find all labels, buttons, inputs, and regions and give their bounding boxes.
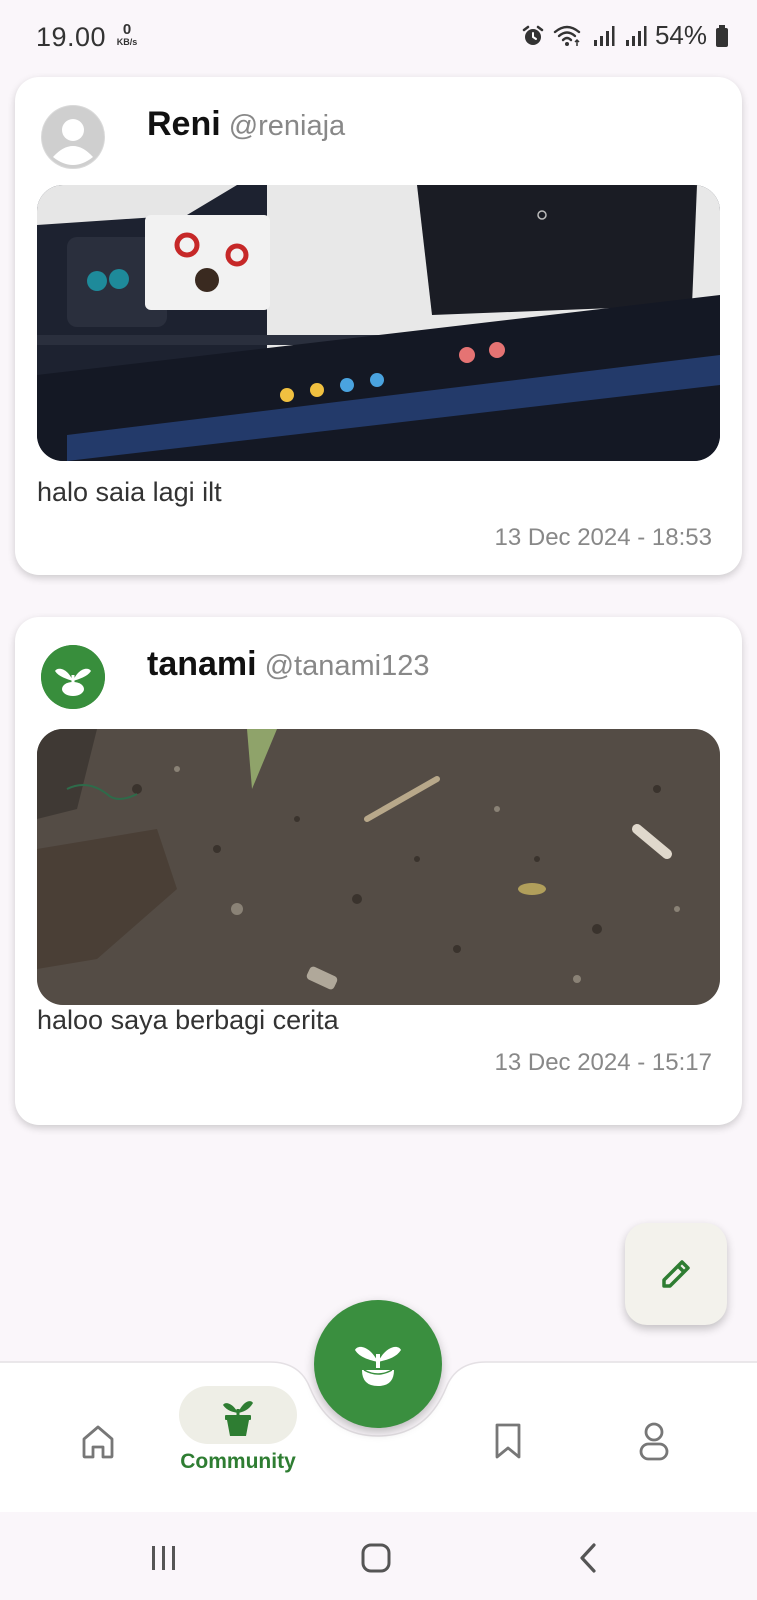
network-speed-value: 0 (122, 21, 132, 38)
author-handle: @tanami123 (264, 650, 430, 682)
author-name[interactable]: Reni (147, 105, 221, 143)
nav-active-indicator (179, 1386, 297, 1444)
alarm-icon (522, 25, 544, 45)
plant-pot-icon (223, 1401, 253, 1436)
author-line: tanami @tanami123 (147, 645, 429, 684)
battery-icon (716, 24, 728, 47)
wifi-icon (553, 25, 581, 46)
post-card[interactable]: tanami @tanami123 haloo saya berbagi cer… (15, 617, 742, 1125)
system-navigation (0, 1512, 757, 1600)
nav-item-saved[interactable] (448, 1406, 568, 1496)
author-handle: @reniaja (228, 110, 346, 142)
home-system-icon (361, 1543, 391, 1573)
sprout-logo-icon (41, 645, 105, 709)
nav-item-community[interactable]: Community (178, 1386, 298, 1476)
soil-ground-photo (37, 729, 720, 1005)
home-icon (82, 1425, 114, 1459)
nav-item-profile[interactable] (594, 1406, 714, 1496)
person-placeholder-icon (42, 106, 104, 168)
laptop-screen-photo (37, 185, 720, 461)
center-sprout-button[interactable] (314, 1300, 442, 1428)
network-speed: 0 KB/s (112, 22, 142, 47)
pencil-icon (662, 1260, 690, 1288)
author-name[interactable]: tanami (147, 645, 257, 683)
post-text: haloo saya berbagi cerita (37, 1005, 339, 1035)
nav-label-community: Community (180, 1450, 296, 1473)
signal-icon-1 (593, 25, 615, 46)
post-date: 13 Dec 2024 - 18:53 (494, 524, 713, 551)
home-system-button[interactable] (346, 1538, 406, 1578)
post-text: halo saia lagi ilt (37, 477, 222, 507)
status-icons: 54% (521, 20, 729, 51)
sprout-icon (355, 1346, 401, 1386)
profile-icon (639, 1422, 669, 1461)
create-post-button[interactable] (625, 1223, 727, 1325)
nav-item-home[interactable] (38, 1406, 158, 1496)
signal-icon-2 (625, 25, 647, 46)
back-icon (580, 1543, 596, 1573)
avatar[interactable] (41, 105, 105, 169)
network-speed-unit: KB/s (116, 37, 138, 47)
recent-apps-icon (152, 1546, 175, 1570)
author-line: Reni @reniaja (147, 105, 345, 144)
post-header: Reni @reniaja (41, 103, 716, 173)
post-card[interactable]: Reni @reniaja halo saia lagi ilt 13 Dec … (15, 77, 742, 575)
avatar[interactable] (41, 645, 105, 709)
post-image[interactable] (37, 185, 720, 461)
recent-apps-button[interactable] (134, 1538, 194, 1578)
post-date: 13 Dec 2024 - 15:17 (494, 1049, 713, 1076)
post-header: tanami @tanami123 (41, 643, 716, 713)
bookmark-icon (495, 1423, 521, 1459)
post-image[interactable] (37, 729, 720, 1005)
status-time: 19.00 (36, 22, 107, 52)
community-screen: 19.00 0 KB/s 54% Reni @reniaja halo saia… (0, 0, 757, 1600)
back-button[interactable] (558, 1538, 618, 1578)
battery-percent: 54% (654, 20, 707, 50)
status-bar: 19.00 0 KB/s 54% (0, 0, 757, 76)
